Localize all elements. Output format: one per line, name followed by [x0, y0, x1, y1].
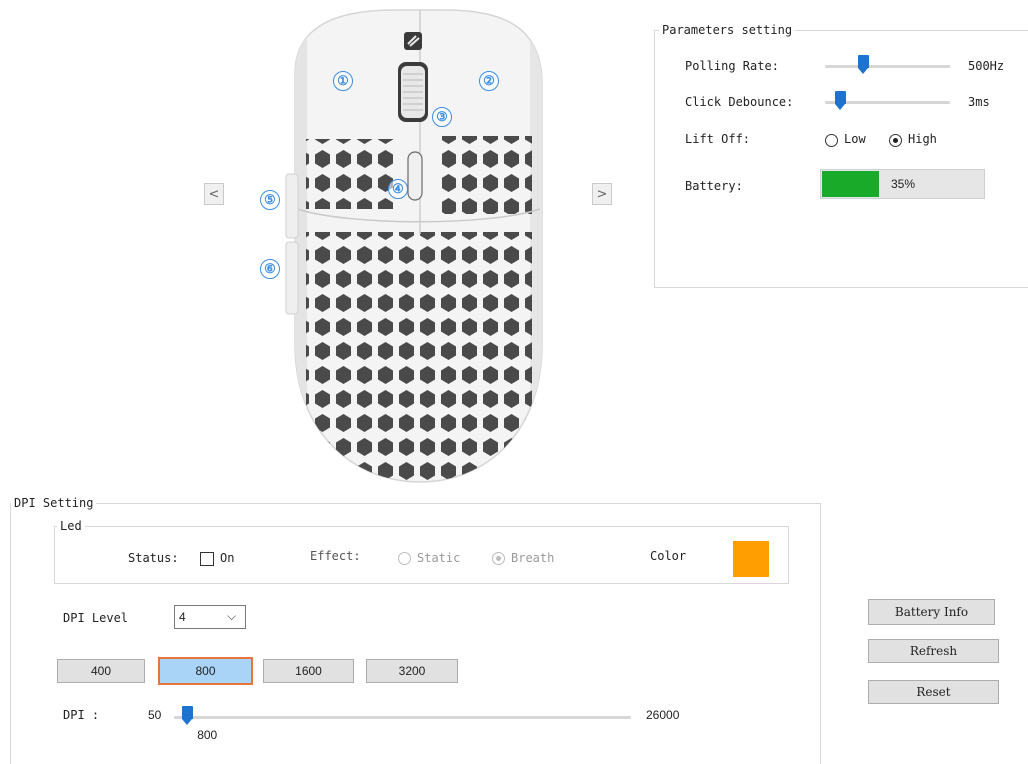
- lift-off-high-label[interactable]: High: [908, 132, 937, 146]
- led-group: Led Status: On Effect: Static Breath Col…: [54, 518, 789, 584]
- led-status-checkbox[interactable]: [200, 552, 214, 566]
- mouse-preview: ① ② ③ ④ ⑤ ⑥: [260, 4, 570, 488]
- click-debounce-label: Click Debounce:: [685, 95, 794, 109]
- dpi-slider-track[interactable]: [174, 716, 631, 719]
- dpi-level-value: 4: [179, 610, 186, 624]
- led-effect-breath-label[interactable]: Breath: [511, 551, 554, 565]
- mouse-image: [285, 9, 543, 483]
- dpi-level-label: DPI Level: [63, 611, 129, 625]
- polling-rate-label: Polling Rate:: [685, 59, 779, 73]
- polling-rate-track[interactable]: [825, 65, 950, 68]
- parameters-setting-title: Parameters setting: [659, 22, 796, 38]
- battery-value: 35%: [891, 177, 916, 191]
- led-status-label: Status:: [128, 551, 179, 565]
- reset-button[interactable]: Reset: [868, 680, 999, 704]
- lift-off-low-label[interactable]: Low: [844, 132, 866, 146]
- battery-fill: [822, 171, 880, 197]
- led-title: Led: [57, 518, 85, 534]
- dpi-label: DPI :: [63, 708, 100, 722]
- polling-rate-thumb[interactable]: [857, 55, 869, 75]
- lift-off-low-radio[interactable]: [825, 134, 838, 147]
- callout-side-back[interactable]: ⑥: [260, 259, 280, 279]
- callout-dpi-button[interactable]: ④: [388, 179, 408, 199]
- dpi-max-value: 26000: [646, 708, 680, 722]
- dpi-preset-800-button[interactable]: 800: [158, 657, 253, 685]
- callout-scroll-wheel[interactable]: ③: [432, 107, 452, 127]
- led-effect-breath-radio[interactable]: [492, 552, 505, 565]
- led-color-label: Color: [650, 549, 687, 563]
- battery-info-button[interactable]: Battery Info: [868, 599, 995, 625]
- lift-off-label: Lift Off:: [685, 132, 751, 146]
- parameters-setting-group: Parameters setting Polling Rate: 500Hz C…: [654, 22, 1028, 288]
- next-view-button[interactable]: >: [592, 183, 612, 205]
- polling-rate-value: 500Hz: [968, 59, 1005, 73]
- dpi-slider-thumb[interactable]: [182, 706, 194, 726]
- led-effect-static-label[interactable]: Static: [417, 551, 460, 565]
- chevron-down-icon: ⌵: [227, 609, 237, 623]
- dpi-preset-1600-button[interactable]: 1600: [263, 659, 354, 683]
- led-effect-static-radio[interactable]: [398, 552, 411, 565]
- click-debounce-value: 3ms: [968, 95, 990, 109]
- battery-label: Battery:: [685, 179, 743, 193]
- click-debounce-thumb[interactable]: [835, 91, 846, 111]
- led-status-on-label[interactable]: On: [220, 551, 234, 565]
- led-effect-label: Effect:: [310, 549, 361, 563]
- dpi-setting-group: DPI Setting Led Status: On Effect: Stati…: [10, 495, 821, 764]
- dpi-preset-3200-button[interactable]: 3200: [366, 659, 458, 683]
- dpi-preset-400-button[interactable]: 400: [57, 659, 145, 683]
- callout-right-button[interactable]: ②: [479, 71, 499, 91]
- dpi-setting-title: DPI Setting: [11, 495, 97, 511]
- dpi-current-value: 800: [197, 728, 218, 742]
- led-color-swatch[interactable]: [733, 541, 769, 577]
- battery-bar: 35%: [820, 169, 985, 199]
- dpi-min-value: 50: [148, 708, 162, 722]
- callout-side-forward[interactable]: ⑤: [260, 190, 280, 210]
- refresh-button[interactable]: Refresh: [868, 639, 999, 663]
- previous-view-button[interactable]: <: [204, 183, 224, 205]
- lift-off-high-radio[interactable]: [889, 134, 902, 147]
- dpi-level-select[interactable]: 4 ⌵: [174, 605, 246, 629]
- callout-left-button[interactable]: ①: [333, 71, 353, 91]
